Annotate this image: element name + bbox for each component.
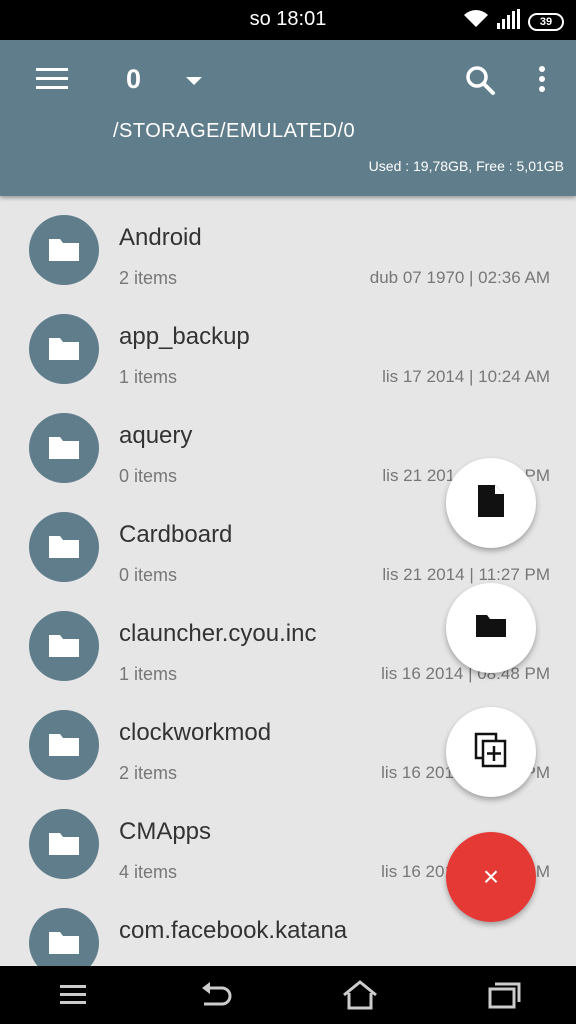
item-count: 0 items	[119, 466, 178, 486]
folder-icon	[29, 314, 99, 384]
modified-date: lis 21 2014 | 11:27 PM	[382, 565, 550, 584]
close-icon: ×	[482, 861, 500, 892]
item-count: 4 items	[119, 862, 178, 882]
item-count: 2 items	[119, 763, 178, 783]
folder-icon	[29, 215, 99, 285]
status-bar: so 18:01 39	[0, 0, 576, 40]
folder-icon	[29, 908, 99, 966]
home-icon[interactable]	[342, 980, 378, 1010]
file-name: aquery	[119, 422, 193, 449]
folder-icon	[29, 710, 99, 780]
file-name: Cardboard	[119, 521, 233, 548]
folder-icon	[474, 613, 508, 644]
file-icon	[478, 484, 504, 522]
folder-icon	[29, 413, 99, 483]
status-icons: 39	[462, 9, 564, 34]
item-count: 2 items	[119, 268, 178, 288]
wifi-icon	[462, 9, 490, 34]
list-item[interactable]: app_backup 1 items lis 17 2014 | 10:24 A…	[0, 295, 576, 394]
file-name: clauncher.cyou.inc	[119, 620, 317, 647]
copy-icon	[474, 732, 508, 773]
list-item[interactable]: Android 2 items dub 07 1970 | 02:36 AM	[0, 196, 576, 295]
modified-date: lis 16 2014 | 08:48 PM	[381, 664, 550, 683]
item-count: 1 items	[119, 664, 178, 684]
file-name: clockworkmod	[119, 719, 272, 746]
search-icon[interactable]	[464, 64, 496, 96]
recent-apps-icon[interactable]	[486, 980, 522, 1010]
storage-usage: Used : 19,78GB, Free : 5,01GB	[368, 158, 564, 174]
modified-date: dub 07 1970 | 02:36 AM	[369, 268, 550, 287]
new-folder-button[interactable]	[446, 583, 536, 673]
item-count: 1 items	[119, 367, 178, 387]
navigation-bar	[0, 966, 576, 1024]
close-fab-button[interactable]: ×	[446, 832, 536, 922]
modified-date: lis 17 2014 | 10:24 AM	[382, 367, 550, 386]
more-options-icon[interactable]	[530, 64, 554, 96]
battery-icon: 39	[528, 12, 564, 31]
folder-icon	[29, 512, 99, 582]
menu-icon[interactable]	[36, 68, 68, 92]
file-name: Android	[119, 224, 202, 251]
storage-title[interactable]: 0	[126, 64, 141, 95]
item-count: 0 items	[119, 565, 178, 585]
copy-button[interactable]	[446, 707, 536, 797]
signal-icon	[497, 9, 521, 34]
file-name: app_backup	[119, 323, 250, 350]
chevron-down-icon[interactable]	[186, 77, 202, 85]
back-icon[interactable]	[198, 980, 234, 1010]
folder-icon	[29, 809, 99, 879]
new-file-button[interactable]	[446, 458, 536, 548]
toolbar: 0 /STORAGE/EMULATED/0 Used : 19,78GB, Fr…	[0, 40, 576, 196]
menu-nav-icon[interactable]	[56, 980, 92, 1010]
file-name: com.facebook.katana	[119, 917, 348, 944]
file-name: CMApps	[119, 818, 212, 845]
current-path: /STORAGE/EMULATED/0	[113, 120, 356, 142]
folder-icon	[29, 611, 99, 681]
